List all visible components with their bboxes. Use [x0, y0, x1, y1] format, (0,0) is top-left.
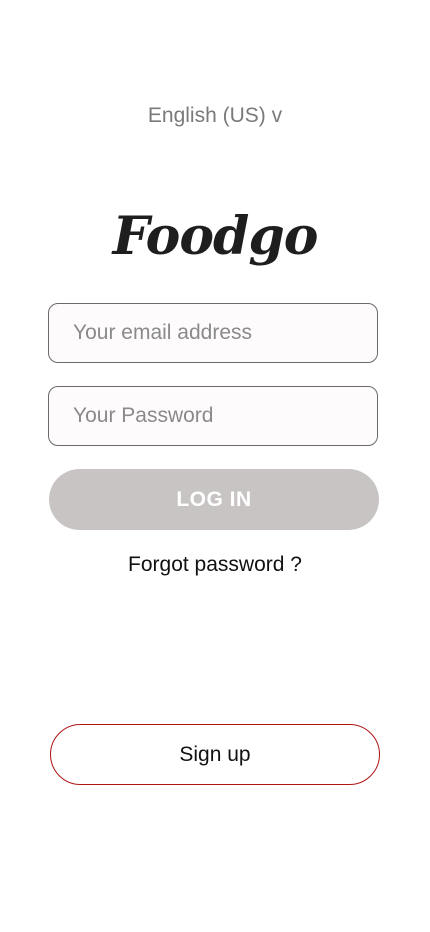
login-button[interactable]: LOG IN: [49, 469, 379, 530]
forgot-password-link[interactable]: Forgot password ?: [0, 553, 430, 577]
login-screen: English (US) v Foodgo LOG IN Forgot pass…: [0, 0, 430, 932]
language-selector[interactable]: English (US) v: [0, 104, 430, 128]
email-field[interactable]: [48, 303, 378, 363]
password-field[interactable]: [48, 386, 378, 446]
signup-button[interactable]: Sign up: [50, 724, 380, 785]
app-logo: Foodgo: [112, 206, 319, 267]
